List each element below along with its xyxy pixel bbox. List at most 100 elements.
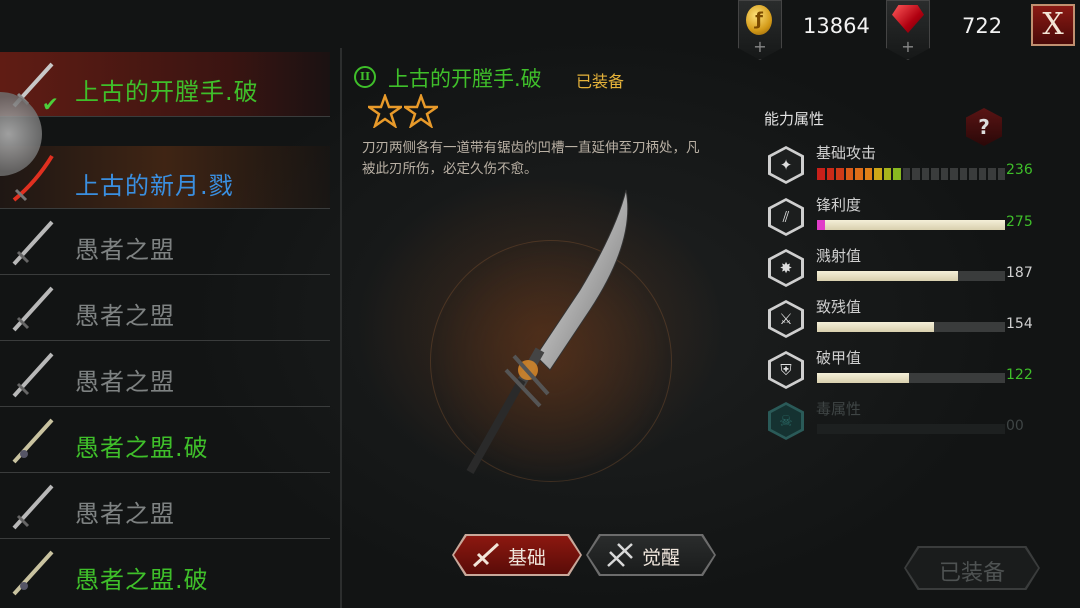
awaken-icon (607, 543, 633, 567)
equipped-tag: 已装备 (576, 72, 625, 91)
weapon-thumbnail-icon (12, 550, 54, 596)
weapon-list-item[interactable]: 愚者之盟.破 (0, 540, 330, 604)
stat-row: ☠ 毒属性 00 (768, 398, 1038, 444)
equipped-check-icon: ✔ (42, 92, 59, 116)
stat-bar-segment (864, 168, 872, 180)
weapon-name: 愚者之盟 (75, 368, 175, 396)
ruby-gem-icon (892, 5, 924, 33)
blade-slash-icon: ⫽ (768, 198, 804, 236)
stat-value: 275 (1006, 214, 1033, 230)
weapon-list-item[interactable]: 愚者之盟 (0, 276, 330, 341)
stat-row: ⫽ 锋利度 275 (768, 194, 1038, 240)
stat-bar (817, 424, 1005, 434)
stat-bar-accent (817, 220, 825, 230)
stat-bar-segment (817, 168, 825, 180)
weapon-thumbnail-icon (12, 352, 54, 398)
stat-bar-segment (950, 168, 958, 180)
weapon-list-item[interactable]: 上古的新月.戮 (0, 146, 330, 209)
stat-bar-fill (817, 322, 934, 332)
cripple-icon: ⚔ (768, 300, 804, 338)
armor-break-icon: ⛨ (768, 351, 804, 389)
stat-bar-segment (931, 168, 939, 180)
weapon-list-item[interactable]: 愚者之盟 (0, 474, 330, 539)
stat-bar-segment (874, 168, 882, 180)
stat-bar-segment (826, 168, 834, 180)
stat-value: 154 (1006, 316, 1033, 332)
stat-name: 溅射值 (816, 247, 862, 265)
stat-bar (817, 322, 1005, 332)
stat-row: ✸ 溅射值 187 (768, 245, 1038, 291)
stat-bar (817, 220, 1005, 230)
stat-bar-segment (855, 168, 863, 180)
close-button[interactable]: X (1031, 4, 1075, 46)
stat-bar-segment (978, 168, 986, 180)
stat-bar-segment (988, 168, 996, 180)
stat-bar-fill (817, 271, 958, 281)
stat-bar (817, 373, 1005, 383)
weapon-list-item[interactable]: 愚者之盟 (0, 342, 330, 407)
weapon-sword-image (466, 189, 629, 474)
stat-row: ⛨ 破甲值 122 (768, 347, 1038, 393)
stat-name: 锋利度 (816, 196, 862, 214)
weapon-name: 愚者之盟 (75, 236, 175, 264)
weapon-thumbnail-icon (12, 286, 54, 332)
stat-bar-segment (921, 168, 929, 180)
tab-label: 觉醒 (642, 547, 681, 569)
stat-name: 毒属性 (816, 400, 862, 418)
splash-icon: ✸ (768, 249, 804, 287)
gold-amount: 13864 (803, 14, 870, 38)
stat-row: ✦ 基础攻击 236 (768, 142, 1038, 188)
weapon-list-item[interactable]: 上古的开膛手.破 ✔ (0, 52, 330, 117)
stat-bar-segment (959, 168, 967, 180)
stat-name: 致残值 (816, 298, 862, 316)
tab-awaken[interactable]: 觉醒 (586, 534, 716, 576)
stat-bar (817, 168, 1005, 180)
weapon-list-item[interactable]: 愚者之盟 (0, 210, 330, 275)
gem-amount: 722 (962, 14, 1003, 38)
stat-bar-segment (912, 168, 920, 180)
weapon-list-item[interactable]: 愚者之盟.破 (0, 408, 330, 473)
gold-coin-icon: ƒ (746, 5, 772, 35)
gold-add-button[interactable]: ƒ + (738, 0, 782, 60)
top-bar: ƒ + 13864 + 722 X (0, 0, 1080, 60)
weapon-name: 上古的新月.戮 (75, 172, 234, 200)
stat-value: 187 (1006, 265, 1033, 281)
stat-value: 236 (1006, 162, 1033, 178)
weapon-thumbnail-icon (12, 220, 54, 266)
tab-basic[interactable]: 基础 (452, 534, 582, 576)
slash-icon (472, 542, 500, 568)
weapon-name: 愚者之盟 (75, 500, 175, 528)
gem-add-button[interactable]: + (886, 0, 930, 60)
stat-bar-fill (817, 373, 910, 383)
weapon-thumbnail-icon (12, 418, 54, 464)
item-description: 刀刃两侧各有一道带有锯齿的凹槽一直延伸至刀柄处，凡被此刃所伤，必定久伤不愈。 (362, 140, 700, 177)
attributes-title: 能力属性 (764, 110, 825, 128)
stat-value: 00 (1006, 418, 1024, 434)
weapon-name: 愚者之盟.破 (75, 434, 209, 462)
weapon-name: 愚者之盟.破 (75, 566, 209, 594)
sword-emblem-icon: ✦ (768, 146, 804, 184)
stat-bar-segment (845, 168, 853, 180)
stat-bar (817, 271, 1005, 281)
equipped-button-label: 已装备 (938, 561, 1005, 586)
stat-row: ⚔ 致残值 154 (768, 296, 1038, 342)
poison-skull-icon: ☠ (768, 402, 804, 440)
panel-divider (340, 48, 342, 608)
stat-name: 基础攻击 (816, 144, 877, 162)
item-title: 上古的开膛手.破 (388, 67, 542, 91)
stat-bar-segment (883, 168, 891, 180)
stat-bar-segment (969, 168, 977, 180)
star-icon (368, 94, 402, 128)
star-icon (404, 94, 438, 128)
stat-name: 破甲值 (816, 349, 862, 367)
tier-badge: II (354, 66, 376, 88)
tab-label: 基础 (508, 547, 547, 569)
weapon-thumbnail-icon (12, 484, 54, 530)
stat-bar-segment (836, 168, 844, 180)
weapon-list: 上古的开膛手.破 ✔ 上古的新月.戮 愚者之盟 愚者之盟 愚者之盟 愚者之盟.破 (0, 48, 340, 608)
stat-value: 122 (1006, 367, 1033, 383)
equipped-button[interactable]: 已装备 (904, 546, 1040, 590)
weapon-name: 愚者之盟 (75, 302, 175, 330)
stat-bar-segment (902, 168, 910, 180)
weapon-name: 上古的开膛手.破 (75, 78, 259, 106)
